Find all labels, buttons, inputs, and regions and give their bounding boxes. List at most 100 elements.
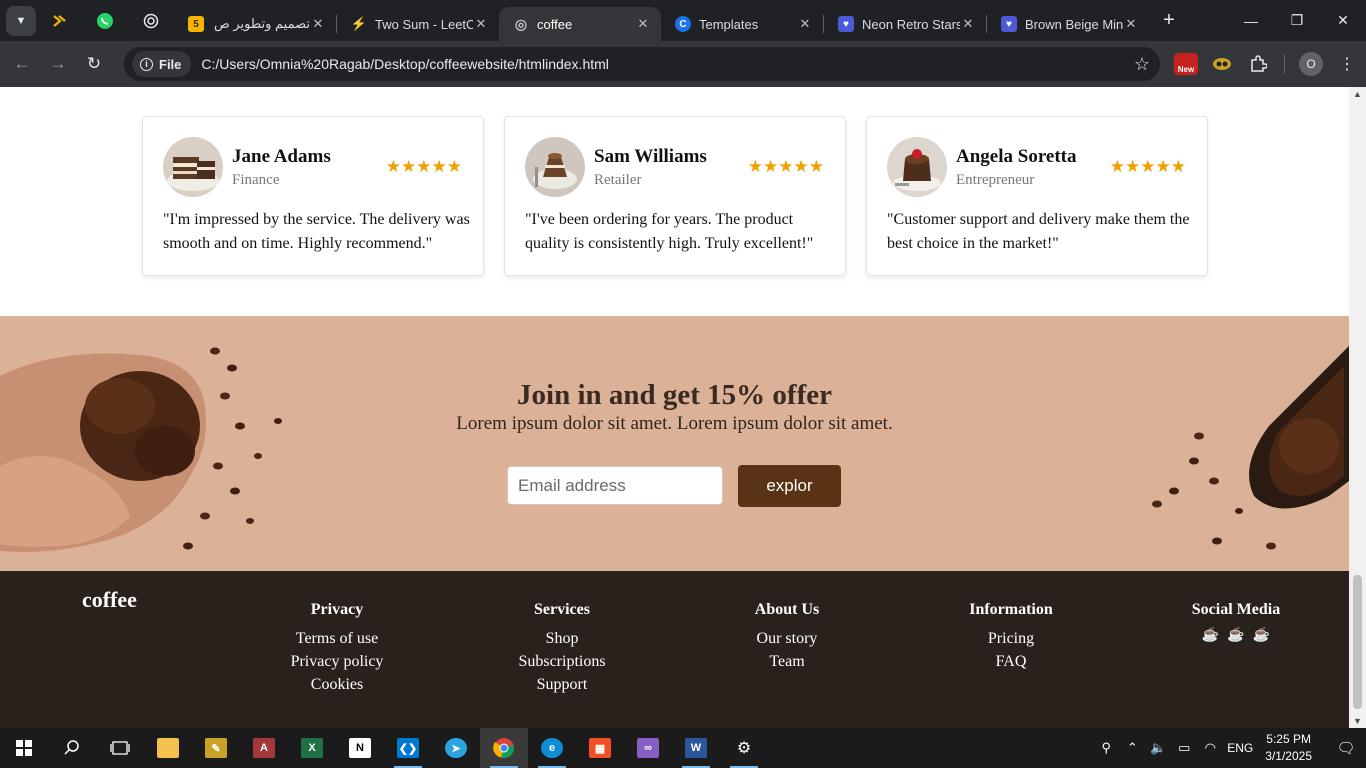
- rating-stars: ★★★★★: [747, 157, 824, 176]
- excel-app-icon[interactable]: X: [288, 728, 336, 768]
- wifi-icon[interactable]: ◠: [1197, 740, 1223, 756]
- social-coffee-icon[interactable]: ☕: [1253, 627, 1270, 644]
- start-windows-icon[interactable]: [0, 728, 48, 768]
- footer-column-social: Social Media ☕ ☕ ☕: [1146, 601, 1326, 644]
- url-text[interactable]: C:/Users/Omnia%20Ragab/Desktop/coffeeweb…: [201, 56, 1133, 72]
- browser-tab[interactable]: C Templates ✕: [661, 7, 823, 41]
- customer-avatar: [525, 137, 585, 197]
- browser-tab[interactable]: ♥ Neon Retro Stars ✕: [824, 7, 986, 41]
- restore-icon[interactable]: ❐: [1274, 0, 1320, 41]
- customer-role: Retailer: [594, 172, 642, 188]
- windows-taskbar: ✎ A X N ❮❯ ➤ e ▦ ∞ W ⚙ ⚲ ⌃ 🔈 ▭ ◠ ENG 5:2…: [0, 728, 1366, 768]
- browser-menu-icon[interactable]: ⋮: [1329, 46, 1365, 82]
- tab-favicon-icon: C: [675, 16, 691, 32]
- profile-button[interactable]: O: [1293, 46, 1329, 82]
- input-language[interactable]: ENG: [1227, 741, 1253, 755]
- footer-link[interactable]: Subscriptions: [472, 650, 652, 673]
- extension-eyes-icon[interactable]: [1204, 46, 1240, 82]
- footer-column-heading: About Us: [754, 601, 820, 618]
- scrollbar-thumb[interactable]: [1353, 575, 1362, 709]
- extensions-puzzle-icon[interactable]: [1240, 46, 1276, 82]
- paint-app-icon[interactable]: ✎: [192, 728, 240, 768]
- footer-column-services: Services Shop Subscriptions Support: [472, 601, 652, 696]
- browser-tab-active[interactable]: ◎ coffee ✕: [499, 7, 661, 41]
- customer-avatar: [163, 137, 223, 197]
- volume-icon[interactable]: 🔈: [1145, 740, 1171, 756]
- tab-title: Brown Beige Min: [1025, 16, 1123, 32]
- info-icon: i: [140, 57, 153, 71]
- chevron-up-icon[interactable]: ⌃: [1119, 740, 1145, 756]
- word-app-icon[interactable]: W: [672, 728, 720, 768]
- browser-tab[interactable]: ⚡ Two Sum - LeetC ✕: [337, 7, 499, 41]
- customer-avatar: [887, 137, 947, 197]
- tab-close-icon[interactable]: ✕: [1123, 16, 1139, 32]
- whatsapp-icon: [97, 12, 113, 29]
- minimize-icon[interactable]: —: [1228, 0, 1274, 41]
- address-bar[interactable]: i File C:/Users/Omnia%20Ragab/Desktop/co…: [124, 47, 1160, 81]
- browser-toolbar: ← → ↻ i File C:/Users/Omnia%20Ragab/Desk…: [0, 41, 1366, 87]
- social-coffee-icon[interactable]: ☕: [1202, 627, 1219, 644]
- footer-link[interactable]: Privacy policy: [247, 650, 427, 673]
- social-coffee-icon[interactable]: ☕: [1227, 627, 1244, 644]
- tab-close-icon[interactable]: ✕: [310, 16, 326, 32]
- edge-app-icon[interactable]: e: [528, 728, 576, 768]
- toolbar-divider: [1284, 54, 1285, 74]
- footer-link[interactable]: Our story: [697, 627, 877, 650]
- khamsat-icon: [53, 14, 66, 27]
- footer-link[interactable]: Support: [472, 673, 652, 696]
- browser-tab-strip: ▼ 5 تصميم وتطوير ص ✕ ⚡ Two Sum - LeetC ✕…: [0, 0, 1366, 41]
- tab-title: Neon Retro Stars: [862, 16, 960, 32]
- new-tab-button[interactable]: +: [1155, 7, 1183, 35]
- tab-close-icon[interactable]: ✕: [473, 16, 489, 32]
- forward-arrow-icon[interactable]: →: [40, 46, 76, 82]
- tab-close-icon[interactable]: ✕: [797, 16, 813, 32]
- visual-studio-app-icon[interactable]: ∞: [624, 728, 672, 768]
- tab-close-icon[interactable]: ✕: [960, 16, 976, 32]
- telegram-app-icon[interactable]: ➤: [432, 728, 480, 768]
- site-info-chip[interactable]: i File: [132, 51, 192, 77]
- rating-stars: ★★★★★: [1109, 157, 1186, 176]
- browser-tab[interactable]: 5 تصميم وتطوير ص ✕: [174, 7, 336, 41]
- extension-new-icon[interactable]: New: [1168, 46, 1204, 82]
- search-icon[interactable]: [48, 728, 96, 768]
- tab-search-button[interactable]: ▼: [6, 5, 36, 36]
- bookmark-star-icon[interactable]: ☆: [1134, 54, 1150, 75]
- file-explorer-icon[interactable]: [144, 728, 192, 768]
- pinned-tab-khamsat[interactable]: [36, 0, 82, 41]
- footer-link[interactable]: Team: [697, 650, 877, 673]
- footer-column-heading: Services: [534, 601, 590, 618]
- social-icons: ☕ ☕ ☕: [1146, 627, 1326, 644]
- scroll-down-icon[interactable]: ▼: [1353, 716, 1362, 726]
- close-window-icon[interactable]: ✕: [1320, 0, 1366, 41]
- footer-link[interactable]: Pricing: [921, 627, 1101, 650]
- clock[interactable]: 5:25 PM 3/1/2025: [1265, 731, 1312, 765]
- pinned-tab-openai[interactable]: [128, 0, 174, 41]
- settings-gear-icon[interactable]: ⚙: [720, 728, 768, 768]
- testimonial-quote: "I've been ordering for years. The produ…: [525, 211, 814, 252]
- scroll-up-icon[interactable]: ▲: [1353, 89, 1362, 99]
- footer-column-information: Information Pricing FAQ: [921, 601, 1101, 673]
- back-arrow-icon[interactable]: ←: [4, 46, 40, 82]
- browser-tab[interactable]: ♥ Brown Beige Min ✕: [987, 7, 1149, 41]
- vscode-app-icon[interactable]: ❮❯: [384, 728, 432, 768]
- clock-date: 3/1/2025: [1265, 749, 1312, 763]
- tab-close-icon[interactable]: ✕: [635, 16, 651, 32]
- notifications-icon[interactable]: 🗨: [1326, 739, 1366, 757]
- reload-icon[interactable]: ↻: [76, 46, 112, 82]
- notion-app-icon[interactable]: N: [336, 728, 384, 768]
- footer-link[interactable]: Terms of use: [247, 627, 427, 650]
- email-field[interactable]: [507, 466, 723, 505]
- pinned-tab-whatsapp[interactable]: [82, 0, 128, 41]
- footer-brand[interactable]: coffee: [82, 587, 137, 613]
- store-app-icon[interactable]: ▦: [576, 728, 624, 768]
- footer-link[interactable]: Cookies: [247, 673, 427, 696]
- footer-link[interactable]: FAQ: [921, 650, 1101, 673]
- explor-button[interactable]: explor: [738, 465, 841, 507]
- chrome-app-icon[interactable]: [480, 728, 528, 768]
- task-view-icon[interactable]: [96, 728, 144, 768]
- people-icon[interactable]: ⚲: [1093, 740, 1119, 756]
- page-scrollbar[interactable]: ▲ ▼: [1349, 87, 1366, 728]
- access-app-icon[interactable]: A: [240, 728, 288, 768]
- footer-link[interactable]: Shop: [472, 627, 652, 650]
- battery-icon[interactable]: ▭: [1171, 740, 1197, 756]
